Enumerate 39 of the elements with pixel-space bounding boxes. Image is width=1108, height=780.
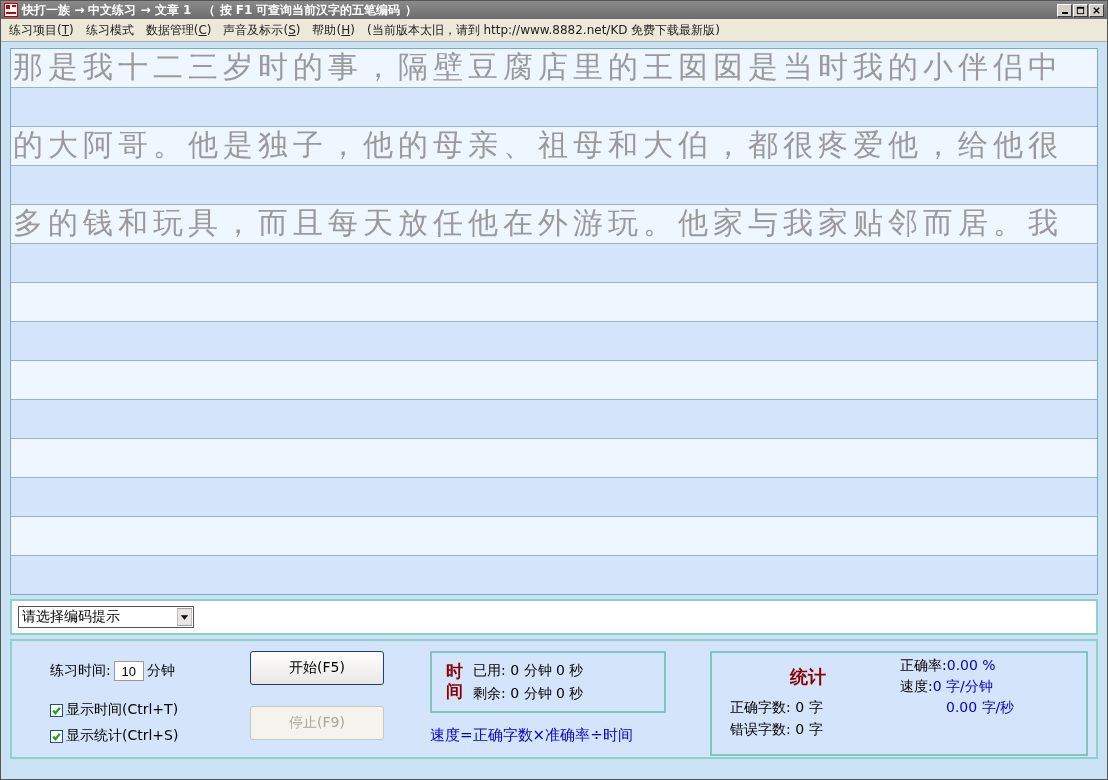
practice-text: 那是我十二三岁时的事，隔壁豆腐店里的王囡囡是当时我的小伴侣中 (12, 49, 1063, 86)
practice-time-label: 练习时间: (50, 662, 111, 680)
correct-count: 正确字数: 0 字 (730, 699, 823, 717)
checkbox[interactable] (50, 703, 63, 717)
code-hint-dropdown[interactable]: 请选择编码提示 (18, 606, 194, 628)
menu-item[interactable]: (当前版本太旧，请到 http://www.8882.net/KD 免费下载最新版) (366, 21, 720, 39)
menu-item[interactable]: 练习项目(T) (9, 21, 74, 39)
maximize-icon (1076, 5, 1085, 15)
app-icon (4, 3, 18, 17)
close-icon (1092, 5, 1101, 15)
menu-item[interactable]: 声音及标示(S) (223, 21, 301, 39)
dropdown-arrow-icon (177, 608, 192, 626)
close-button[interactable] (1089, 3, 1104, 17)
speed-label: 速度: (900, 678, 933, 694)
window-title: 快打一族 → 中文练习 → 文章 1 （ 按 F1 可查询当前汉字的五笔编码 ） (22, 1, 417, 19)
speed-formula: 速度=正确字数×准确率÷时间 (430, 726, 634, 745)
maximize-button[interactable] (1073, 3, 1088, 17)
minimize-icon (1061, 11, 1068, 14)
practice-time-unit: 分钟 (146, 662, 175, 680)
practice-text: 多的钱和玩具，而且每天放任他在外游玩。他家与我家贴邻而居。我 (12, 205, 1063, 242)
wrong-count: 错误字数: 0 字 (730, 721, 823, 739)
checkbox-label: 显示时间(Ctrl+T) (66, 701, 179, 719)
menu-item[interactable]: 帮助(H) (312, 21, 355, 39)
menu-item[interactable]: 练习模式 (85, 21, 134, 39)
checkbox[interactable] (50, 729, 63, 743)
time-title: 时间 (446, 662, 463, 702)
start-button[interactable]: 开始(F5) (250, 651, 384, 685)
menu-item[interactable]: 数据管理(C) (145, 21, 212, 39)
speed-per-minute: 0 字/分钟 (932, 678, 993, 694)
time-reading: 剩余: 0 分钟 0 秒 (473, 684, 584, 703)
practice-text: 的大阿哥。他是独子，他的母亲、祖母和大伯，都很疼爱他，给他很 (12, 127, 1063, 164)
accuracy-value: 0.00 % (946, 657, 996, 673)
speed-per-second: 0.00 字/秒 (946, 699, 1015, 715)
time-reading: 已用: 0 分钟 0 秒 (473, 661, 584, 680)
stats-title: 统计 (790, 665, 826, 689)
minimize-button[interactable] (1057, 3, 1072, 17)
checkbox-label: 显示统计(Ctrl+S) (66, 727, 179, 745)
accuracy-label: 正确率: (900, 657, 947, 673)
practice-time-field[interactable]: 10 (113, 661, 144, 681)
